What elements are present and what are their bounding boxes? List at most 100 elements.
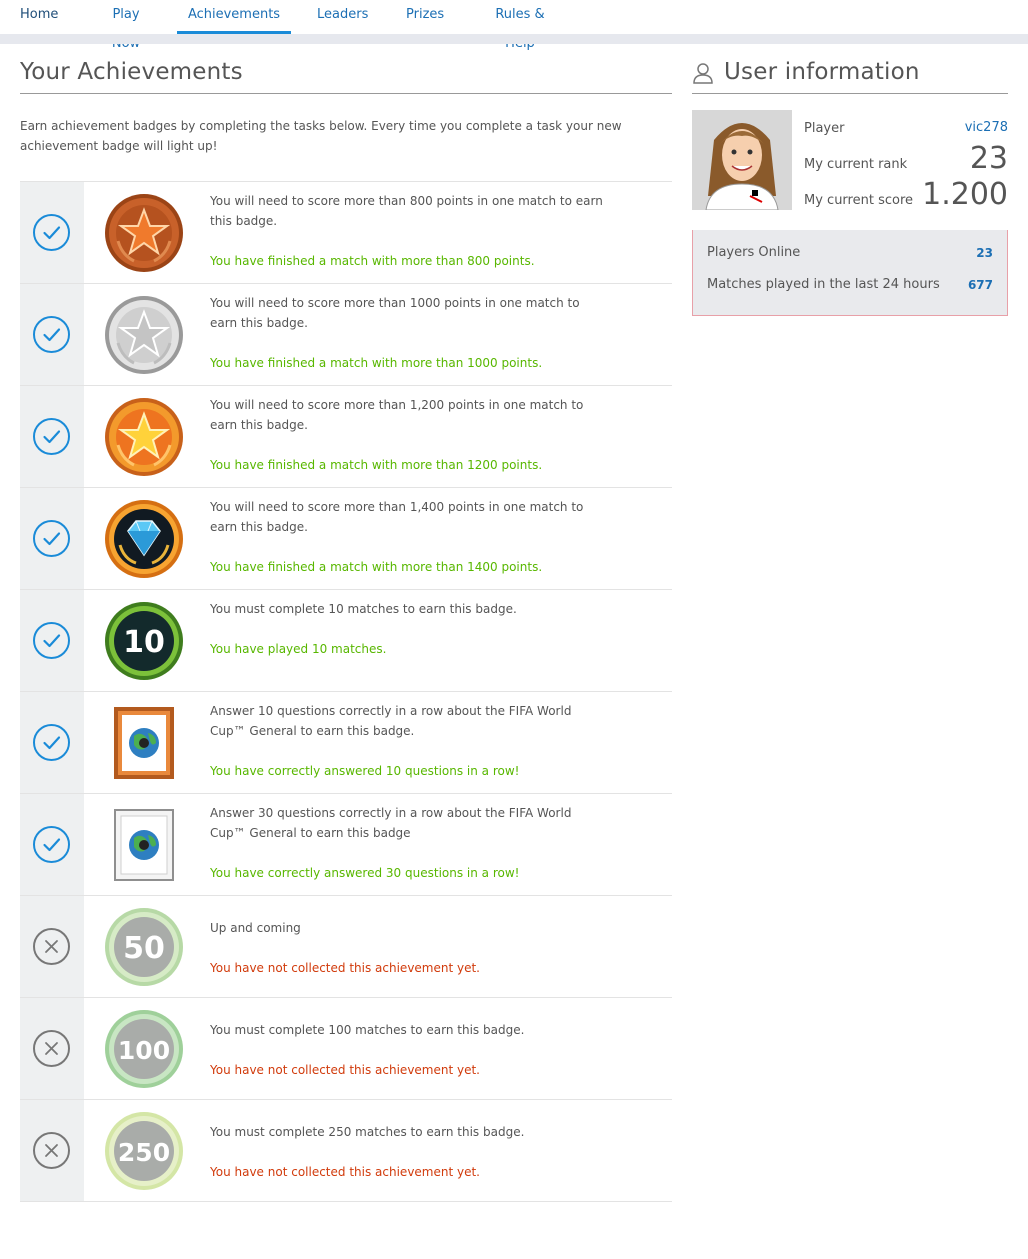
user-info-title-rule: [692, 93, 1008, 94]
achievement-description: Up and coming You have not collected thi…: [210, 918, 610, 978]
cross-icon: [33, 1030, 70, 1067]
check-icon: [33, 622, 70, 659]
description-text: You must complete 10 matches to earn thi…: [210, 602, 517, 616]
badge-number: 10: [123, 625, 165, 660]
diamond-badge-icon: [104, 499, 184, 579]
nav-achievements[interactable]: Achievements: [177, 0, 291, 34]
description-text: You will need to score more than 800 poi…: [210, 194, 603, 228]
nav-rules-help[interactable]: Rules & Help: [483, 0, 557, 51]
achievement-result: You have correctly answered 30 questions…: [210, 866, 520, 880]
check-icon: [33, 418, 70, 455]
check-icon: [33, 724, 70, 761]
achievement-description: You will need to score more than 1,400 p…: [210, 497, 610, 577]
nav-prizes[interactable]: Prizes: [406, 0, 444, 34]
bronze-star-badge-icon: [104, 193, 184, 273]
top-navigation: Home Play Now Achievements Leaders Prize…: [0, 0, 1028, 51]
achievement-row: You will need to score more than 1,200 p…: [20, 386, 672, 488]
status-cell: [20, 590, 84, 691]
achievements-title-rule: [20, 93, 672, 94]
site-stats-panel: Players Online 23 Matches played in the …: [692, 230, 1008, 316]
status-cell: [20, 182, 84, 283]
globe-frame-white-badge-icon: [104, 805, 184, 885]
score-label: My current score: [804, 193, 914, 208]
description-text: You must complete 100 matches to earn th…: [210, 1023, 525, 1037]
achievement-description: You must complete 100 matches to earn th…: [210, 1020, 610, 1080]
description-text: You will need to score more than 1,400 p…: [210, 500, 584, 534]
10-matches-badge-icon: 10: [104, 601, 184, 681]
status-cell: [20, 284, 84, 385]
achievement-row: 50 Up and coming You have not collected …: [20, 896, 672, 998]
achievement-result: You have not collected this achievement …: [210, 961, 480, 975]
100-matches-badge-icon: 100: [104, 1009, 184, 1089]
players-online-value: 23: [976, 246, 993, 260]
description-text: Answer 30 questions correctly in a row a…: [210, 806, 572, 840]
rank-value: 23: [969, 141, 1008, 176]
achievement-description: Answer 10 questions correctly in a row a…: [210, 701, 610, 781]
check-icon: [33, 316, 70, 353]
achievement-result: You have finished a match with more than…: [210, 356, 543, 370]
user-info-title: User information: [724, 59, 920, 85]
achievement-row: You will need to score more than 1000 po…: [20, 284, 672, 386]
description-text: Up and coming: [210, 921, 301, 935]
achievement-row: 100 You must complete 100 matches to ear…: [20, 998, 672, 1100]
nav-play-now[interactable]: Play Now: [99, 0, 153, 51]
silver-star-badge-icon: [104, 295, 184, 375]
player-name-link[interactable]: vic278: [965, 120, 1008, 135]
achievement-result: You have not collected this achievement …: [210, 1063, 480, 1077]
cross-icon: [33, 1132, 70, 1169]
nav-leaders[interactable]: Leaders: [317, 0, 368, 34]
status-cell: [20, 794, 84, 895]
player-avatar: [692, 110, 792, 210]
player-label: Player: [804, 121, 845, 136]
nav-divider: [0, 34, 1028, 44]
achievement-description: You must complete 250 matches to earn th…: [210, 1122, 610, 1182]
achievement-result: You have correctly answered 10 questions…: [210, 764, 520, 778]
players-online-label: Players Online: [707, 245, 801, 260]
description-text: You will need to score more than 1,200 p…: [210, 398, 584, 432]
achievement-description: You will need to score more than 800 poi…: [210, 191, 610, 271]
status-cell: [20, 998, 84, 1099]
achievement-result: You have not collected this achievement …: [210, 1165, 480, 1179]
achievement-result: You have finished a match with more than…: [210, 254, 535, 268]
nav-home[interactable]: Home: [20, 0, 58, 34]
achievement-result: You have finished a match with more than…: [210, 458, 543, 472]
check-icon: [33, 520, 70, 557]
achievement-description: You will need to score more than 1,200 p…: [210, 395, 610, 475]
score-value: 1.200: [922, 177, 1008, 212]
250-matches-badge-icon: 250: [104, 1111, 184, 1191]
cross-icon: [33, 928, 70, 965]
achievements-intro: Earn achievement badges by completing th…: [20, 119, 622, 153]
description-text: Answer 10 questions correctly in a row a…: [210, 704, 572, 738]
achievement-description: You will need to score more than 1000 po…: [210, 293, 610, 373]
status-cell: [20, 692, 84, 793]
user-icon: [692, 62, 714, 88]
badge-number: 250: [118, 1138, 170, 1167]
achievement-row: You will need to score more than 1,400 p…: [20, 488, 672, 590]
achievement-row: You will need to score more than 800 poi…: [20, 182, 672, 284]
status-cell: [20, 896, 84, 997]
gold-star-badge-icon: [104, 397, 184, 477]
matches-played-label: Matches played in the last 24 hours: [707, 277, 940, 292]
check-icon: [33, 826, 70, 863]
achievement-row: 250 You must complete 250 matches to ear…: [20, 1100, 672, 1202]
description-text: You must complete 250 matches to earn th…: [210, 1125, 525, 1139]
description-text: You will need to score more than 1000 po…: [210, 296, 580, 330]
globe-frame-bronze-badge-icon: [104, 703, 184, 783]
badge-number: 50: [123, 931, 165, 966]
status-cell: [20, 386, 84, 487]
achievements-title: Your Achievements: [20, 59, 243, 85]
check-icon: [33, 214, 70, 251]
achievements-table: You will need to score more than 800 poi…: [20, 181, 672, 1202]
achievement-description: You must complete 10 matches to earn thi…: [210, 599, 610, 659]
50-matches-badge-icon: 50: [104, 907, 184, 987]
achievement-row: Answer 10 questions correctly in a row a…: [20, 692, 672, 794]
badge-number: 100: [118, 1036, 170, 1065]
achievement-result: You have played 10 matches.: [210, 642, 387, 656]
achievement-result: You have finished a match with more than…: [210, 560, 543, 574]
status-cell: [20, 1100, 84, 1201]
achievement-row: Answer 30 questions correctly in a row a…: [20, 794, 672, 896]
matches-played-value: 677: [967, 278, 993, 292]
achievement-description: Answer 30 questions correctly in a row a…: [210, 803, 610, 883]
achievement-row: 10 You must complete 10 matches to earn …: [20, 590, 672, 692]
rank-label: My current rank: [804, 157, 908, 172]
